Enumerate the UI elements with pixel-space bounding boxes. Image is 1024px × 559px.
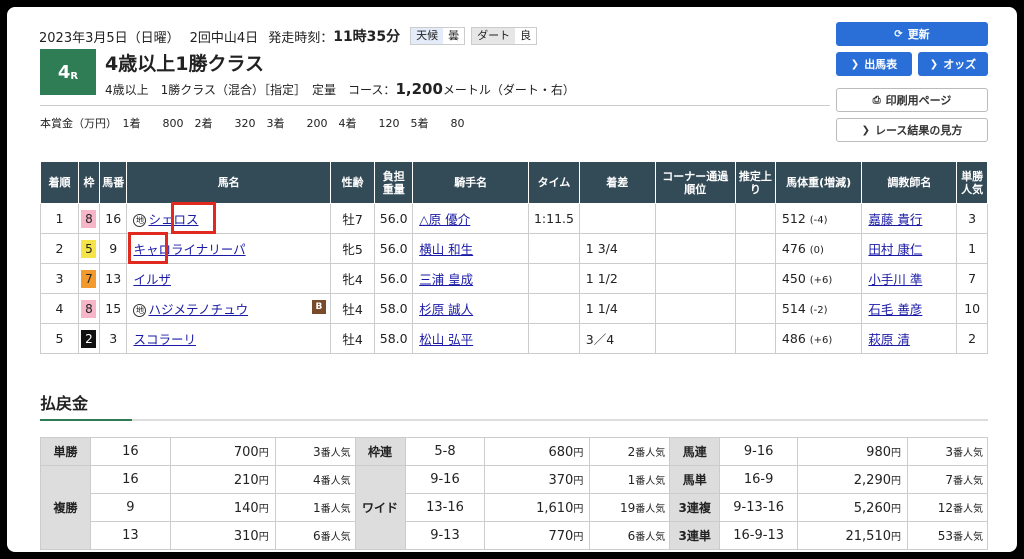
- horse-link[interactable]: ハジメテノチュウ: [148, 302, 248, 317]
- horse-link[interactable]: スコラーリ: [133, 332, 196, 347]
- trainer-link[interactable]: 小手川 準: [868, 272, 922, 287]
- header-cell: 馬名: [126, 161, 331, 204]
- waku-badge: 5: [81, 239, 97, 258]
- start-label: 発走時刻：: [268, 30, 334, 46]
- payout-table: 単勝 16 700円 3番人気 枠連 5-8 680円 2番人気 馬連 9-16…: [40, 437, 988, 550]
- local-horse-mark: 地: [133, 214, 147, 227]
- waku-badge: 8: [81, 299, 97, 318]
- payout-row: 複勝 16 210円 4番人気 ワイド 9-16 370円 1番人気 馬単 16…: [40, 465, 988, 550]
- print-page-button[interactable]: ⎙ 印刷用ページ: [836, 88, 988, 112]
- divider: [40, 105, 830, 106]
- results-table: 着順 枠 馬番 馬名 性齢 負担重量 騎手名 タイム 着差 コーナー通過順位 推…: [40, 161, 988, 354]
- chevron-right-icon: ❯: [861, 124, 870, 136]
- header-cell: 騎手名: [412, 161, 530, 204]
- race-date: 2023年3月5日（日曜）: [39, 30, 180, 46]
- header-cell: タイム: [528, 161, 580, 204]
- refresh-icon: ⟳: [894, 28, 903, 40]
- race-number-badge: 4R: [40, 49, 96, 95]
- header-cell: コーナー通過順位: [654, 161, 736, 204]
- jockey-link[interactable]: 杉原 誠人: [419, 302, 473, 317]
- entries-button[interactable]: ❯ 出馬表: [836, 52, 912, 76]
- distance: 1,200: [395, 80, 443, 98]
- chevron-right-icon: ❯: [850, 58, 860, 70]
- trainer-link[interactable]: 嘉藤 貴行: [868, 212, 922, 227]
- start-time: 11時35分: [333, 29, 401, 45]
- horse-link[interactable]: イルザ: [133, 272, 171, 287]
- table-row: 4 8 15 地ハジメテノチュウ B 牡4 58.0 杉原 誠人 1 1/4 51…: [40, 293, 988, 324]
- header-cell: 調教師名: [861, 161, 958, 204]
- blinker-badge: B: [311, 300, 326, 314]
- header-cell: 性齢: [329, 161, 376, 204]
- odds-button[interactable]: ❯ オッズ: [918, 52, 988, 76]
- header-cell: 単勝人気: [956, 161, 988, 204]
- race-conditions: 4歳以上 1勝クラス（混合）［指定］ 定量 コース：1,200メートル（ダート・…: [105, 80, 575, 98]
- payout-row: 13 310円 6番人気 9-13 770円 6番人気 3連単 16-9-13 …: [41, 521, 988, 550]
- track-tag: ダート良: [471, 27, 538, 45]
- table-row: 3 7 13 イルザ 牝4 56.0 三浦 皇成 1 1/2 450 (+6) …: [40, 263, 988, 294]
- table-row: 2 5 9 キャロライナリーパ 牝5 56.0 横山 和生 1 3/4 476 …: [40, 233, 988, 264]
- results-header-row: 着順 枠 馬番 馬名 性齢 負担重量 騎手名 タイム 着差 コーナー通過順位 推…: [40, 161, 988, 204]
- table-row: 5 2 3 スコラーリ 牡4 58.0 松山 弘平 3／4 486 (+6) 萩…: [40, 323, 988, 354]
- result-page: 2023年3月5日（日曜） 2回中山4日 発走時刻： 11時35分 天候曇 ダー…: [7, 7, 1017, 552]
- weather-tag: 天候曇: [410, 27, 466, 45]
- header-cell: 負担重量: [374, 161, 414, 204]
- header-cell: 枠: [77, 161, 101, 204]
- payout-divider: [40, 419, 988, 421]
- printer-icon: ⎙: [872, 94, 881, 106]
- payout-title: 払戻金: [40, 394, 89, 413]
- header-cell: 馬番: [99, 161, 128, 204]
- chevron-right-icon: ❯: [929, 58, 939, 70]
- highlight-box: [128, 232, 168, 264]
- waku-badge: 2: [81, 329, 97, 348]
- trainer-link[interactable]: 石毛 善彦: [868, 302, 922, 317]
- waku-badge: 7: [81, 269, 97, 288]
- header-cell: 推定上り: [734, 161, 776, 204]
- waku-badge: 8: [81, 209, 97, 228]
- howto-button[interactable]: ❯ レース結果の見方: [836, 118, 988, 142]
- race-info-line: 2023年3月5日（日曜） 2回中山4日 発走時刻： 11時35分 天候曇 ダー…: [39, 26, 543, 46]
- jockey-link[interactable]: △原 優介: [419, 212, 470, 227]
- header-cell: 着順: [40, 161, 79, 204]
- trainer-link[interactable]: 萩原 清: [868, 332, 909, 347]
- jockey-link[interactable]: 横山 和生: [419, 242, 473, 257]
- jockey-link[interactable]: 三浦 皇成: [419, 272, 473, 287]
- payout-row: 単勝 16 700円 3番人気 枠連 5-8 680円 2番人気 馬連 9-16…: [40, 437, 988, 466]
- race-title: 4歳以上1勝クラス: [105, 53, 265, 75]
- header-cell: 着差: [578, 161, 656, 204]
- refresh-button[interactable]: ⟳ 更新: [836, 22, 988, 46]
- local-horse-mark: 地: [133, 304, 147, 317]
- prize-money: 本賞金（万円） 1着 800 2着 320 3着 200 4着 120 5着 8…: [40, 117, 465, 130]
- jockey-link[interactable]: 松山 弘平: [419, 332, 473, 347]
- payout-row: 9 140円 1番人気 13-16 1,610円 19番人気 3連複 9-13-…: [41, 493, 988, 522]
- header-cell: 馬体重(増減): [774, 161, 863, 204]
- meeting: 2回中山4日: [189, 30, 259, 46]
- highlight-box: [171, 202, 216, 234]
- trainer-link[interactable]: 田村 康仁: [868, 242, 922, 257]
